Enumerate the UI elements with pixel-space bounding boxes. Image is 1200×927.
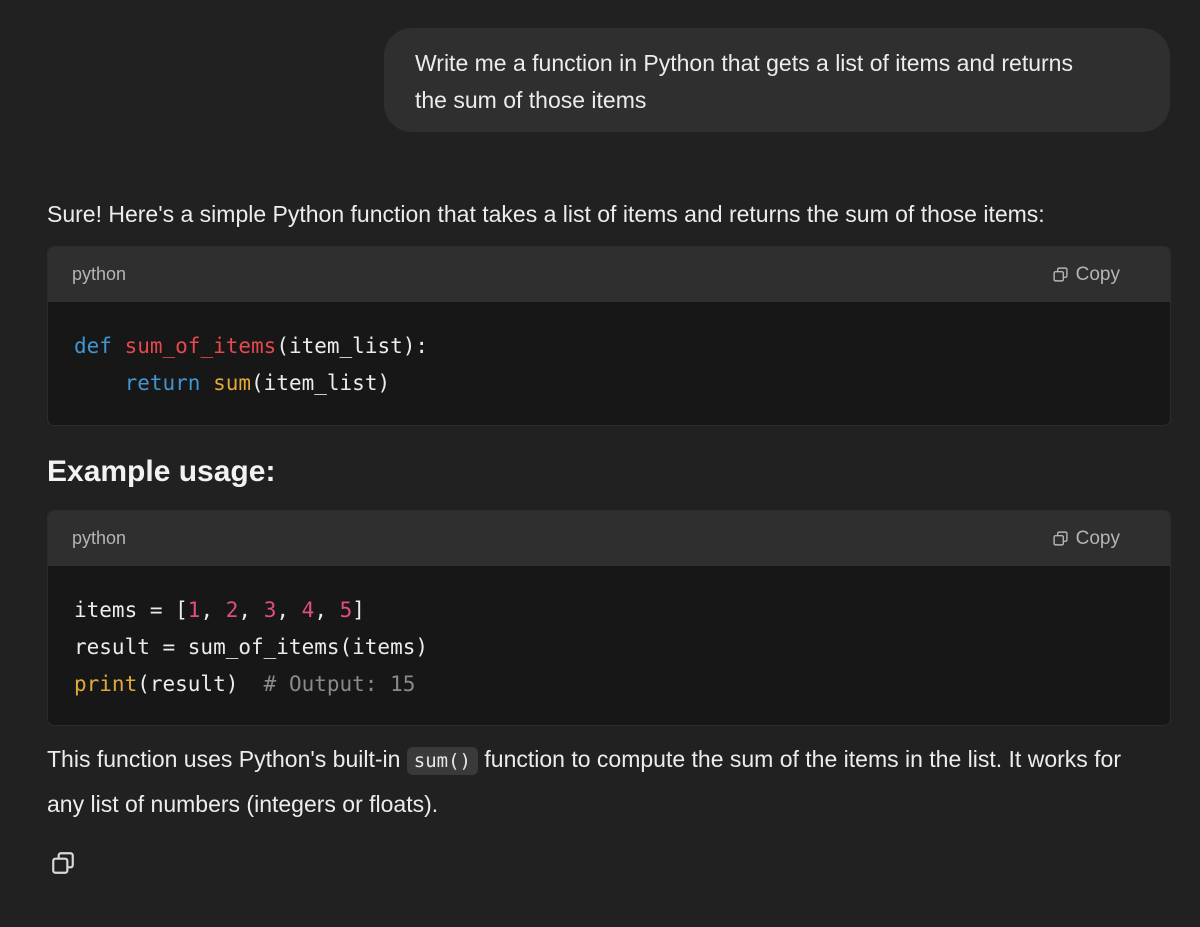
code-text: ,: [276, 598, 302, 622]
code-text: ]: [352, 598, 365, 622]
code-keyword: def: [74, 334, 112, 358]
code-text: items = [: [74, 598, 188, 622]
user-message-line-1: Write me a function in Python that gets …: [415, 50, 1073, 76]
copy-label: Copy: [1075, 263, 1120, 285]
code-line: items = [1, 2, 3, 4, 5]: [74, 592, 1144, 629]
code-text: (result): [137, 672, 264, 696]
assistant-intro-text: Sure! Here's a simple Python function th…: [47, 201, 1045, 227]
code-builtin: print: [74, 672, 138, 696]
example-usage-heading: Example usage:: [47, 455, 276, 488]
code-function-name: sum_of_items: [124, 334, 277, 358]
code-keyword: return: [124, 371, 201, 395]
code-line: return sum(item_list): [74, 365, 1144, 402]
code-text: ,: [314, 598, 340, 622]
code-number: 4: [301, 598, 315, 622]
copy-icon: [1053, 531, 1068, 546]
code-text: (item_list): [251, 371, 391, 395]
explanation-text-start: This function uses Python's built-in: [47, 746, 407, 772]
code-body: items = [1, 2, 3, 4, 5] result = sum_of_i…: [48, 566, 1170, 703]
code-builtin: sum: [213, 371, 252, 395]
code-line: print(result) # Output: 15: [74, 666, 1144, 703]
code-block-header: python Copy: [48, 247, 1170, 302]
code-number: 5: [339, 598, 353, 622]
code-text: ,: [238, 598, 264, 622]
assistant-explanation: This function uses Python's built-in sum…: [47, 738, 1157, 826]
code-block-example: python Copy items = [1, 2, 3, 4, 5] resul…: [47, 510, 1171, 726]
copy-message-button[interactable]: [50, 850, 76, 876]
code-language-label: python: [72, 528, 127, 548]
copy-icon: [52, 852, 74, 874]
inline-code-sum: sum(): [406, 747, 478, 775]
code-text: (item_list):: [276, 334, 429, 358]
code-language-label: python: [72, 264, 127, 284]
code-number: 1: [187, 598, 201, 622]
code-number: 3: [263, 598, 277, 622]
copy-icon: [1053, 267, 1068, 282]
copy-label: Copy: [1075, 527, 1120, 549]
code-body: def sum_of_items(item_list): return sum(…: [48, 302, 1170, 402]
copy-code-button[interactable]: Copy: [1052, 264, 1120, 286]
code-block-function: python Copy def sum_of_items(item_list):…: [47, 246, 1171, 426]
code-line: def sum_of_items(item_list):: [74, 328, 1144, 365]
copy-code-button[interactable]: Copy: [1052, 528, 1120, 550]
user-message-line-2: the sum of those items: [415, 86, 647, 113]
code-comment: # Output: 15: [263, 672, 416, 696]
code-number: 2: [225, 598, 239, 622]
code-block-header: python Copy: [48, 511, 1170, 566]
code-line: result = sum_of_items(items): [74, 635, 429, 659]
user-message-bubble: Write me a function in Python that gets …: [384, 28, 1170, 132]
code-text: ,: [200, 598, 226, 622]
